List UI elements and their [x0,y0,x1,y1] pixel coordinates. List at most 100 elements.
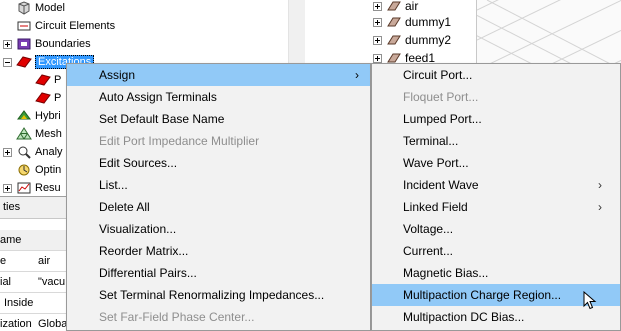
menu-item-label: Assign [99,68,136,82]
menu-item-label: Wave Port... [403,156,469,170]
menu-item-auto-assign-terminals[interactable]: Auto Assign Terminals [67,86,370,108]
solid-object-icon [387,17,401,27]
menu-item-label: Incident Wave [403,178,479,192]
menu-item-label: Terminal... [403,134,459,148]
property-name: ization [0,318,32,330]
menu-item-lumped-port[interactable]: Lumped Port... [372,108,620,130]
menu-item-current[interactable]: Current... [372,240,620,262]
solid-object-icon [387,35,401,45]
tree-item-label: P [54,74,62,86]
submenu-arrow-icon: › [598,200,602,214]
tree-item-analysis[interactable]: Analy [3,143,63,161]
mouse-cursor-icon [583,291,597,310]
object-label: dummy2 [405,33,452,47]
menu-item-delete-all[interactable]: Delete All [67,196,370,218]
tree-item-circuit-elements[interactable]: Circuit Elements [16,17,115,35]
menu-item-floquet-port: Floquet Port... [372,86,620,108]
tree-item-label: Resu [35,182,61,194]
menu-item-label: List... [99,178,128,192]
menu-item-label: Set Default Base Name [99,112,225,126]
expand-toggle[interactable] [3,39,12,49]
tree-item-mesh[interactable]: Mesh [16,125,62,143]
excitations-icon [16,56,32,68]
optimetrics-icon [18,164,30,176]
tree-item-port-2[interactable]: P [35,89,61,107]
menu-item-edit-port-impedance-multiplier: Edit Port Impedance Multiplier [67,130,370,152]
analysis-icon [18,146,31,159]
tree-item-optimetrics[interactable]: Optin [16,161,61,179]
tree-item-hybrid[interactable]: Hybri [16,107,61,125]
expand-toggle[interactable] [3,147,12,157]
expand-toggle[interactable] [373,1,382,11]
model-icon [18,1,30,15]
menu-item-label: Reorder Matrix... [99,244,189,258]
menu-item-linked-field[interactable]: Linked Field › [372,196,620,218]
menu-item-label: Set Far-Field Phase Center... [99,310,255,324]
solid-object-icon [387,1,401,11]
menu-item-set-terminal-renormalizing-impedances[interactable]: Set Terminal Renormalizing Impedances... [67,284,370,306]
collapse-toggle[interactable] [3,57,12,67]
tree-item-port-1[interactable]: P [35,71,61,89]
circuit-elements-icon [17,21,31,31]
menu-item-label: Edit Port Impedance Multiplier [99,134,260,148]
menu-item-terminal[interactable]: Terminal... [372,130,620,152]
expand-toggle[interactable] [3,183,12,193]
submenu-arrow-icon: › [598,178,602,192]
menu-item-label: Magnetic Bias... [403,266,489,280]
tree-item-results[interactable]: Resu [3,179,61,197]
menu-item-circuit-port[interactable]: Circuit Port... [372,64,620,86]
menu-item-edit-sources[interactable]: Edit Sources... [67,152,370,174]
menu-item-label: Multipaction Charge Region... [403,288,562,302]
menu-item-set-far-field-phase-center: Set Far-Field Phase Center... [67,306,370,328]
menu-item-label: Lumped Port... [403,112,482,126]
port-icon [35,92,51,104]
menu-item-differential-pairs[interactable]: Differential Pairs... [67,262,370,284]
menu-item-incident-wave[interactable]: Incident Wave › [372,174,620,196]
tree-item-label: Optin [35,164,62,176]
menu-item-visualization[interactable]: Visualization... [67,218,370,240]
menu-item-list[interactable]: List... [67,174,370,196]
tree-item-label: Boundaries [35,38,91,50]
menu-item-label: Circuit Port... [403,68,473,82]
submenu-arrow-icon: › [355,68,359,82]
hybrid-icon [17,110,31,120]
tree-item-boundaries[interactable]: Boundaries [3,35,91,53]
expand-toggle[interactable] [373,17,382,27]
menu-item-label: Linked Field [403,200,468,214]
tree-item-label: Analy [35,146,63,158]
results-icon [17,182,31,194]
tree-item-model[interactable]: Model [16,0,65,17]
object-item-dummy2[interactable]: dummy2 [373,31,451,49]
excitations-context-menu: Assign › Auto Assign Terminals Set Default … [66,63,371,331]
property-value[interactable]: air [38,255,50,267]
object-label: dummy1 [405,15,452,29]
menu-item-magnetic-bias[interactable]: Magnetic Bias... [372,262,620,284]
menu-item-assign[interactable]: Assign › [67,64,370,86]
menu-item-wave-port[interactable]: Wave Port... [372,152,620,174]
expand-toggle[interactable] [373,53,382,63]
menu-item-label: Floquet Port... [403,90,479,104]
menu-item-label: Differential Pairs... [99,266,197,280]
tree-item-label: Hybri [35,110,61,122]
expand-toggle[interactable] [373,35,382,45]
tree-item-label: Mesh [35,128,62,140]
menu-item-label: Edit Sources... [99,156,178,170]
menu-item-label: Current... [403,244,454,258]
menu-item-label: Voltage... [403,222,454,236]
menu-item-voltage[interactable]: Voltage... [372,218,620,240]
menu-item-label: Delete All [99,200,150,214]
tree-item-label: Model [35,2,65,14]
menu-item-label: Auto Assign Terminals [99,90,217,104]
property-value[interactable]: Globa [38,318,67,330]
tree-item-label: P [54,92,62,104]
column-header-name: ame [0,234,22,246]
object-item-dummy1[interactable]: dummy1 [373,13,451,31]
property-name: ial [0,276,12,288]
port-icon [35,74,51,86]
property-name: e [0,255,7,267]
menu-item-reorder-matrix[interactable]: Reorder Matrix... [67,240,370,262]
menu-item-label: Visualization... [99,222,177,236]
property-value[interactable]: "vacu [38,276,65,288]
menu-item-label: Set Terminal Renormalizing Impedances... [99,288,325,302]
menu-item-set-default-base-name[interactable]: Set Default Base Name [67,108,370,130]
